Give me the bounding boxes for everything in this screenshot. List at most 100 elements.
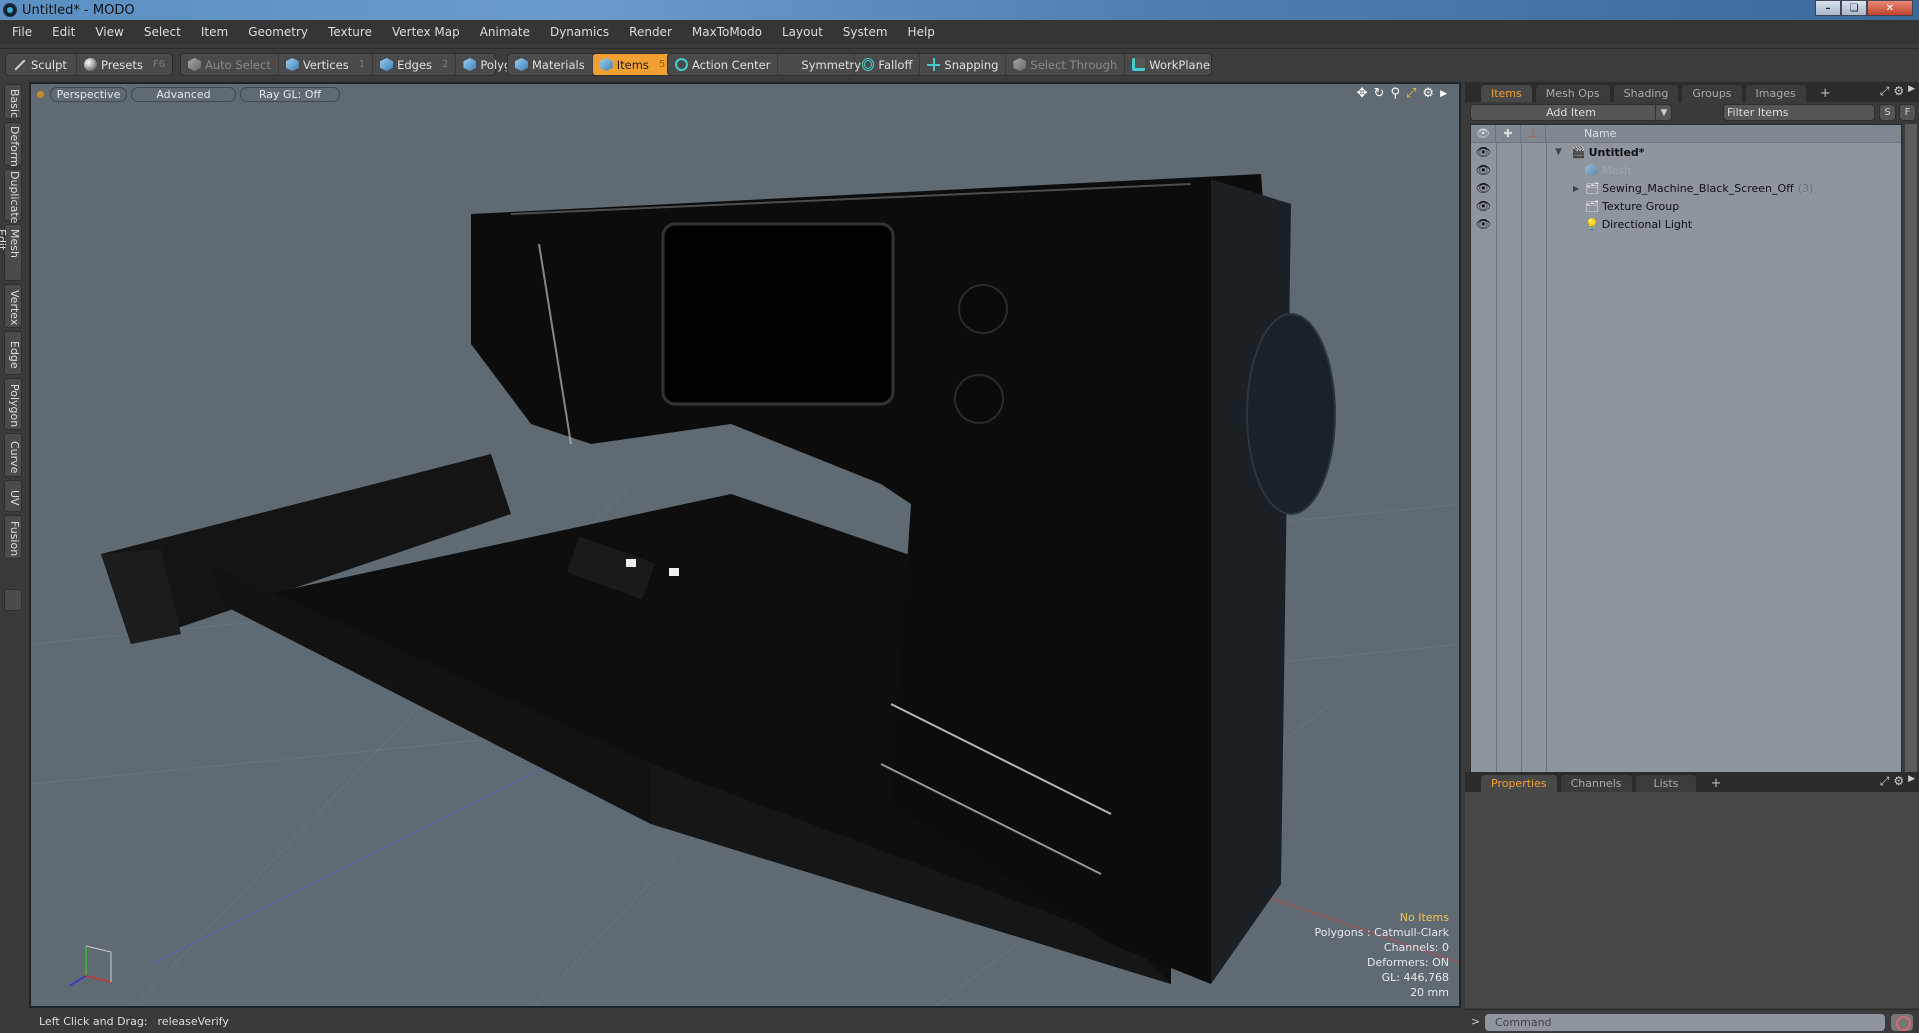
collapse-arrow-icon[interactable]: ▼ [1555,147,1562,157]
rotate-icon[interactable]: ↻ [1374,86,1385,101]
expand-arrow-icon[interactable]: ▶ [1440,89,1447,99]
tab-curve[interactable]: Curve [4,433,22,477]
viewport-options-dot[interactable] [37,90,44,98]
tab-edge[interactable]: Edge [4,331,22,375]
presets-sphere-icon [84,58,98,71]
tab-duplicate[interactable]: Duplicate [4,169,22,223]
panel-expand-icon[interactable]: ▶ [1908,84,1915,99]
tab-mesh-edit[interactable]: Mesh Edit [0,224,22,281]
viewport-nav-icons: ✥ ↻ ⚲ ⤢ ⚙ ▶ [1357,86,1447,101]
tree-row-mesh[interactable]: 👁 Mesh [1471,161,1901,179]
select-through-button[interactable]: Select Through [1006,54,1126,75]
menu-animate[interactable]: Animate [480,25,530,39]
menu-file[interactable]: File [12,25,32,39]
visibility-eye-icon[interactable]: 👁 [1471,163,1496,177]
panel-gear-icon[interactable]: ⚙ [1893,84,1904,99]
menu-item[interactable]: Item [201,25,228,39]
record-macro-button[interactable] [1891,1014,1913,1031]
panel-gear-icon[interactable]: ⚙ [1893,774,1904,789]
command-input[interactable]: Command [1485,1014,1885,1031]
minimize-button[interactable]: – [1815,0,1841,16]
menu-help[interactable]: Help [908,25,935,39]
tab-uv[interactable]: UV [4,480,22,512]
tree-row-texture-group[interactable]: 👁 🗂 Texture Group [1471,197,1901,215]
menu-view[interactable]: View [95,25,123,39]
3d-viewport[interactable]: Perspective Advanced Ray GL: Off ✥ ↻ ⚲ ⤢… [29,82,1461,1008]
tab-basic[interactable]: Basic [4,84,22,119]
expand-arrow-icon[interactable]: ▶ [1573,184,1579,193]
add-item-button[interactable]: Add Item [1470,104,1672,121]
menu-system[interactable]: System [843,25,888,39]
visibility-eye-icon[interactable]: 👁 [1471,181,1496,195]
visibility-eye-icon[interactable]: 👁 [1471,145,1496,159]
vertices-icon [285,58,299,71]
sculpt-button[interactable]: Sculpt [6,54,78,75]
maximize-panel-icon[interactable]: ⤢ [1880,84,1890,99]
workplane-button[interactable]: WorkPlane [1125,54,1217,75]
tree-row-sewing-machine[interactable]: 👁 ▶ 🗂 Sewing_Machine_Black_Screen_Off (3) [1471,179,1901,197]
pan-icon[interactable]: ✥ [1357,86,1368,101]
name-column-header[interactable]: Name [1546,127,1616,140]
edges-button[interactable]: Edges 2 [373,54,457,75]
menu-render[interactable]: Render [629,25,672,39]
falloff-button[interactable]: Falloff [855,54,921,75]
tab-deform[interactable]: Deform [4,122,22,166]
vertices-button[interactable]: Vertices 1 [279,54,374,75]
tab-properties[interactable]: Properties [1481,775,1557,792]
close-button[interactable]: ✕ [1867,0,1913,16]
visibility-eye-icon[interactable]: 👁 [1471,199,1496,213]
add-tab-button[interactable]: + [1810,85,1841,102]
menu-dynamics[interactable]: Dynamics [550,25,609,39]
menu-texture[interactable]: Texture [328,25,372,39]
zoom-icon[interactable]: ⚲ [1390,86,1400,101]
menu-select[interactable]: Select [144,25,181,39]
filter-items-input[interactable]: Filter Items [1723,104,1875,121]
auto-select-button[interactable]: Auto Select [181,54,279,75]
axis-column-icon[interactable]: ⊥ [1521,125,1546,142]
machine-knob-1 [958,284,1008,334]
tab-groups[interactable]: Groups [1682,85,1742,102]
lock-column-icon[interactable]: ✚ [1496,125,1521,142]
tab-vertex[interactable]: Vertex [4,284,22,328]
f-filter-button[interactable]: F [1899,104,1916,121]
gear-icon[interactable]: ⚙ [1422,86,1434,101]
tab-images[interactable]: Images [1745,85,1806,102]
s-filter-button[interactable]: S [1879,104,1896,121]
add-tab-button[interactable]: + [1700,775,1731,792]
tree-row-directional-light[interactable]: 👁 💡 Directional Light [1471,215,1901,233]
sculpt-group: Sculpt Presets F6 [5,53,173,76]
raygl-toggle[interactable]: Ray GL: Off [240,86,340,102]
items-button[interactable]: Items 5 [592,54,673,75]
maximize-icon[interactable]: ⤢ [1406,86,1416,101]
tab-lists[interactable]: Lists [1635,775,1697,792]
presets-button[interactable]: Presets F6 [77,54,172,75]
menu-edit[interactable]: Edit [52,25,75,39]
tab-shading[interactable]: Shading [1613,85,1679,102]
gl-polycount-info: GL: 446,768 [1381,971,1449,984]
menu-vertex-map[interactable]: Vertex Map [392,25,460,39]
menu-layout[interactable]: Layout [782,25,823,39]
tab-polygon[interactable]: Polygon [4,378,22,430]
tab-custom[interactable] [4,589,22,611]
tree-row-scene[interactable]: 👁 ▼ 🎬 Untitled* [1471,143,1901,161]
visibility-eye-icon[interactable]: 👁 [1471,217,1496,231]
add-item-dropdown-arrow[interactable]: ▼ [1655,104,1672,121]
view-type-dropdown[interactable]: Perspective [50,86,127,102]
shading-mode-dropdown[interactable]: Advanced [131,86,236,102]
materials-button[interactable]: Materials [508,54,593,75]
window-title: Untitled* - MODO [22,2,135,18]
tab-fusion[interactable]: Fusion [4,515,22,559]
symmetry-button[interactable]: Symmetry [778,54,861,75]
action-center-button[interactable]: Action Center [668,54,779,75]
restore-button[interactable]: ❏ [1841,0,1867,16]
panel-expand-icon[interactable]: ▶ [1908,774,1915,789]
tab-items[interactable]: Items [1481,85,1532,102]
snapping-button[interactable]: Snapping [920,54,1007,75]
sewing-machine-model [101,174,1336,984]
menu-maxtomodo[interactable]: MaxToModo [692,25,762,39]
maximize-panel-icon[interactable]: ⤢ [1880,774,1890,789]
tab-mesh-ops[interactable]: Mesh Ops [1535,85,1610,102]
menu-geometry[interactable]: Geometry [248,25,308,39]
tab-channels[interactable]: Channels [1560,775,1632,792]
visibility-column-icon[interactable]: 👁 [1471,125,1496,142]
